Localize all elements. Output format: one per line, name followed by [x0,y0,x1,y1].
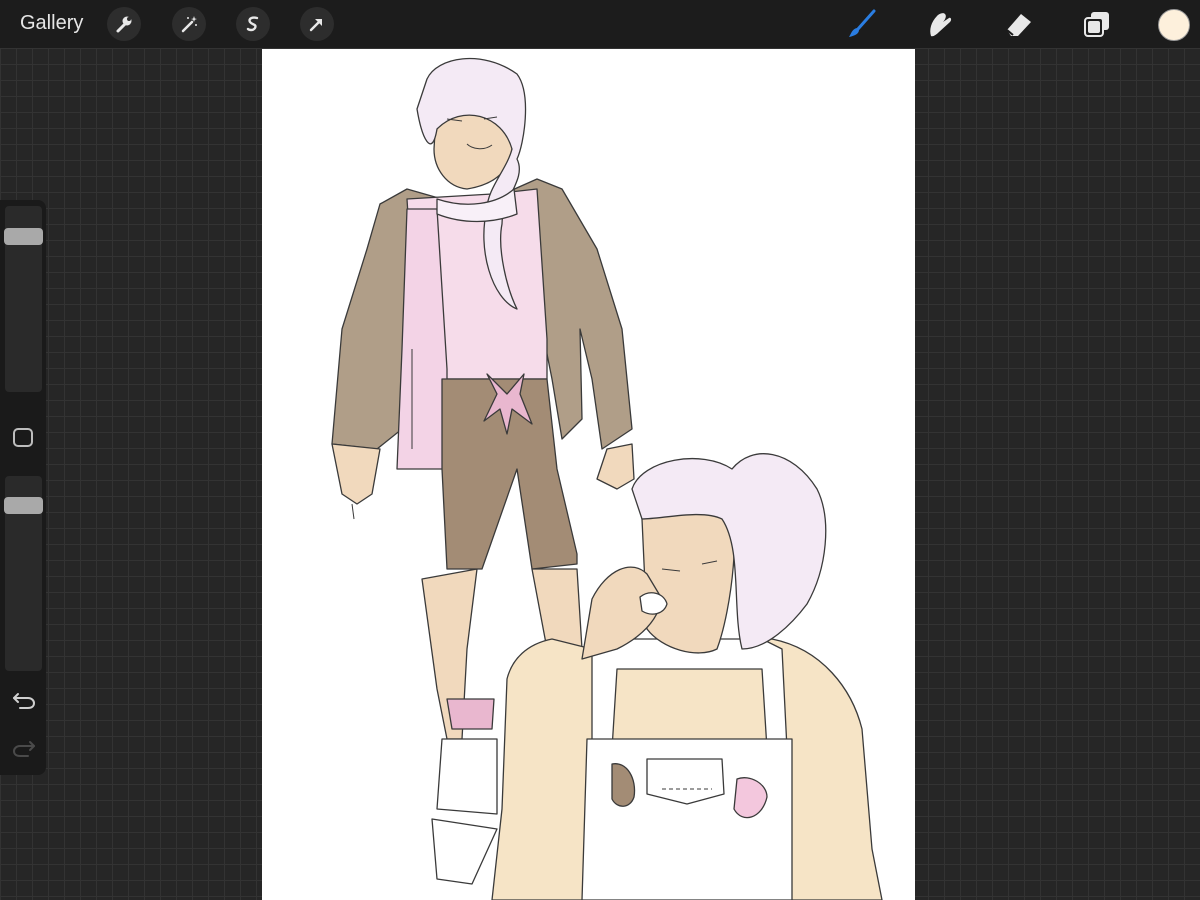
actions-button[interactable] [107,7,141,41]
drawing-canvas[interactable] [262,49,915,900]
sidebar [0,200,46,775]
brush-size-slider[interactable] [4,206,43,392]
top-toolbar: Gallery [0,0,1200,48]
layers-button[interactable] [1080,8,1114,40]
modify-button[interactable] [13,428,33,447]
brush-icon [849,9,876,37]
transform-arrow-icon [309,19,322,32]
brush-size-thumb[interactable] [4,228,43,245]
gallery-button[interactable]: Gallery [20,12,83,35]
undo-icon[interactable] [12,690,36,710]
smudge-icon [930,13,952,37]
redo-icon[interactable] [12,738,36,758]
brush-tool-button[interactable] [845,8,879,40]
transform-button[interactable] [300,7,334,41]
magic-wand-icon [181,16,197,33]
selection-button[interactable] [236,7,270,41]
wrench-icon [116,16,132,33]
opacity-thumb[interactable] [4,497,43,514]
smudge-tool-button[interactable] [922,8,956,40]
selection-s-icon [246,16,259,32]
adjustments-button[interactable] [172,7,206,41]
opacity-slider[interactable] [4,476,43,671]
color-picker-swatch[interactable] [1158,9,1190,41]
eraser-icon [1006,14,1031,36]
eraser-tool-button[interactable] [1002,8,1036,40]
sketch-artwork [331,57,883,900]
layers-icon [1084,12,1109,37]
